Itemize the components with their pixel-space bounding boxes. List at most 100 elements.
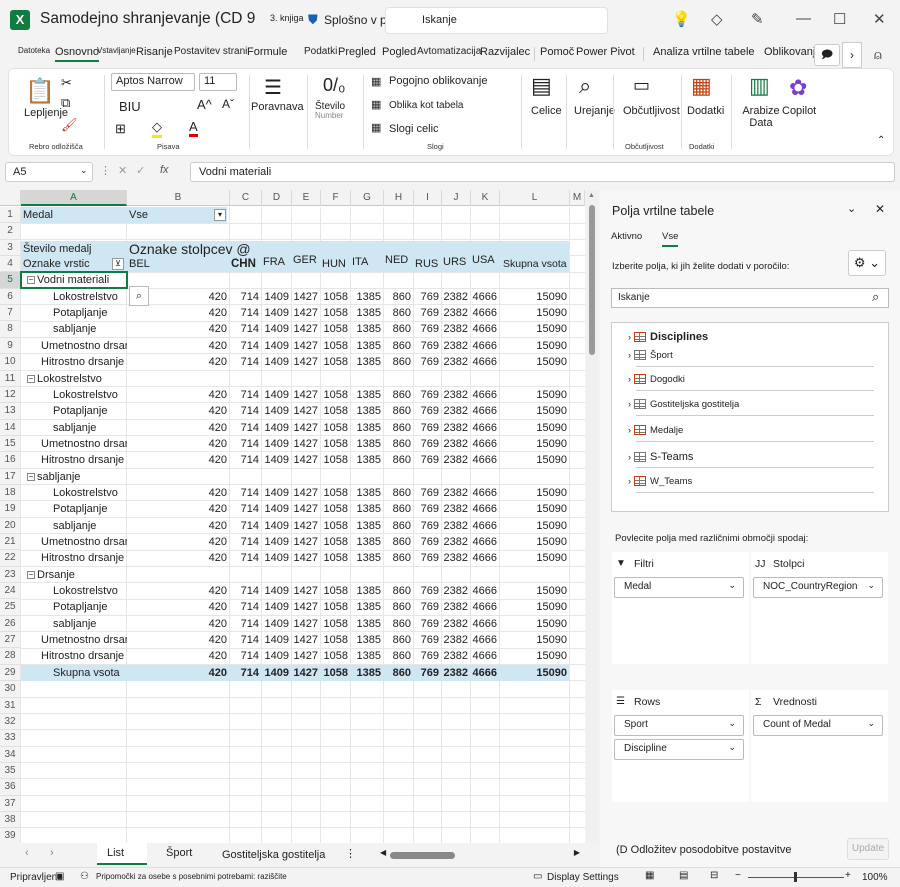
value-cell[interactable]: 860 bbox=[384, 321, 411, 337]
value-cell[interactable]: 769 bbox=[414, 501, 439, 517]
tab-active-fields[interactable]: Aktivno bbox=[611, 231, 642, 242]
value-cell[interactable]: 860 bbox=[384, 305, 411, 321]
value-cell[interactable]: 4666 bbox=[471, 305, 497, 321]
row-header[interactable]: 1 bbox=[0, 207, 21, 224]
value-cell[interactable]: 769 bbox=[414, 387, 439, 403]
value-cell[interactable]: 2382 bbox=[442, 338, 468, 354]
field-item[interactable]: › S-Teams bbox=[628, 451, 693, 463]
row-label[interactable]: sabljanje bbox=[53, 616, 127, 632]
value-cell[interactable]: 15090 bbox=[500, 501, 567, 517]
value-item-count-medal[interactable]: Count of Medal ⌄ bbox=[753, 715, 883, 736]
value-cell[interactable]: 4666 bbox=[471, 616, 497, 632]
font-name-select[interactable]: Aptos Narrow bbox=[111, 73, 195, 91]
row-header[interactable]: 37 bbox=[0, 795, 21, 812]
value-cell[interactable]: 1427 bbox=[292, 534, 318, 550]
gear-icon[interactable]: ⚙ ⌄ bbox=[848, 250, 886, 276]
zoom-thumb[interactable] bbox=[794, 872, 797, 882]
value-cell[interactable]: 1427 bbox=[292, 665, 318, 681]
value-cell[interactable]: 1427 bbox=[292, 321, 318, 337]
tab-draw[interactable]: Risanje bbox=[136, 46, 173, 58]
value-cell[interactable]: 714 bbox=[230, 648, 259, 664]
column-header[interactable]: L bbox=[500, 190, 570, 206]
value-cell[interactable]: 1409 bbox=[262, 338, 289, 354]
row-header[interactable]: 28 bbox=[0, 648, 21, 665]
value-cell[interactable]: 2382 bbox=[442, 436, 468, 452]
value-cell[interactable]: 1385 bbox=[351, 403, 381, 419]
tab-page-layout[interactable]: Postavitev strani bbox=[174, 46, 247, 57]
value-cell[interactable]: 1058 bbox=[321, 534, 348, 550]
value-cell[interactable]: 1427 bbox=[292, 338, 318, 354]
value-cell[interactable]: 714 bbox=[230, 485, 259, 501]
value-cell[interactable]: 2382 bbox=[442, 583, 468, 599]
column-header[interactable]: M bbox=[570, 190, 585, 206]
value-cell[interactable]: 714 bbox=[230, 583, 259, 599]
value-cell[interactable]: 1409 bbox=[262, 665, 289, 681]
value-cell[interactable]: 714 bbox=[230, 321, 259, 337]
value-cell[interactable]: 15090 bbox=[500, 420, 567, 436]
horizontal-scrollbar[interactable]: ◀ ▶ bbox=[380, 848, 580, 859]
value-cell[interactable]: 769 bbox=[414, 648, 439, 664]
cells-icon[interactable]: ▤ bbox=[531, 73, 552, 99]
column-header-country[interactable]: NED bbox=[385, 252, 415, 268]
row-label[interactable]: Hitrostno drsanje bbox=[41, 648, 127, 664]
display-icon[interactable]: ▭ bbox=[533, 871, 542, 882]
analyze-data-icon[interactable]: ▥ bbox=[749, 73, 770, 99]
accessibility-icon[interactable]: ⚇ bbox=[80, 871, 89, 882]
value-cell[interactable]: 4666 bbox=[471, 632, 497, 648]
value-cell[interactable]: 1427 bbox=[292, 616, 318, 632]
grand-total-label[interactable]: Skupna vsota bbox=[53, 665, 127, 681]
column-header-country[interactable]: FRA bbox=[263, 254, 293, 270]
row-label[interactable]: Hitrostno drsanje bbox=[41, 452, 127, 468]
value-cell[interactable]: 420 bbox=[127, 436, 227, 452]
row-label[interactable]: Lokostrelstvo bbox=[53, 583, 127, 599]
maximize-icon[interactable]: ☐ bbox=[833, 10, 846, 28]
sensitivity-button[interactable]: Občutljivost bbox=[623, 105, 680, 117]
value-cell[interactable]: 769 bbox=[414, 534, 439, 550]
value-cell[interactable]: 4666 bbox=[471, 583, 497, 599]
share-icon[interactable]: ⍝ bbox=[874, 47, 882, 63]
value-cell[interactable]: 769 bbox=[414, 420, 439, 436]
value-cell[interactable]: 2382 bbox=[442, 599, 468, 615]
row-header[interactable]: 33 bbox=[0, 730, 21, 747]
value-cell[interactable]: 714 bbox=[230, 534, 259, 550]
value-cell[interactable]: 15090 bbox=[500, 632, 567, 648]
column-header-country[interactable]: USA bbox=[472, 252, 501, 268]
expand-icon[interactable]: › bbox=[628, 399, 631, 409]
accessibility-status[interactable]: Pripomočki za osebe s posebnimi potrebam… bbox=[96, 872, 287, 881]
update-button[interactable]: Update bbox=[847, 838, 889, 860]
close-pane-icon[interactable]: ✕ bbox=[875, 202, 885, 216]
fill-color-icon[interactable]: ◇ bbox=[152, 119, 162, 138]
value-cell[interactable]: 420 bbox=[127, 501, 227, 517]
value-cell[interactable]: 420 bbox=[127, 387, 227, 403]
value-cell[interactable]: 860 bbox=[384, 550, 411, 566]
search-box[interactable]: Iskanje bbox=[385, 7, 608, 34]
value-cell[interactable]: 15090 bbox=[500, 403, 567, 419]
value-cell[interactable]: 1058 bbox=[321, 632, 348, 648]
value-cell[interactable]: 15090 bbox=[500, 583, 567, 599]
tab-pivot-analyze[interactable]: Analiza vrtilne tabele bbox=[653, 46, 755, 58]
value-cell[interactable]: 860 bbox=[384, 354, 411, 370]
value-cell[interactable]: 769 bbox=[414, 452, 439, 468]
row-label[interactable]: Lokostrelstvo bbox=[53, 387, 127, 403]
tab-design[interactable]: Oblikovanje bbox=[764, 46, 821, 58]
field-search-input[interactable]: Iskanje bbox=[611, 288, 889, 308]
tab-home[interactable]: Osnovno bbox=[55, 46, 100, 62]
sensitivity-icon[interactable]: ▭ bbox=[633, 75, 650, 96]
value-cell[interactable]: 2382 bbox=[442, 534, 468, 550]
value-cell[interactable]: 4666 bbox=[471, 321, 497, 337]
value-cell[interactable]: 1058 bbox=[321, 485, 348, 501]
cell-styles-button[interactable]: Slogi celic bbox=[389, 123, 439, 135]
value-cell[interactable]: 15090 bbox=[500, 518, 567, 534]
page-layout-icon[interactable]: ▤ bbox=[679, 870, 688, 881]
value-cell[interactable]: 1385 bbox=[351, 387, 381, 403]
value-cell[interactable]: 1058 bbox=[321, 387, 348, 403]
value-cell[interactable]: 4666 bbox=[471, 550, 497, 566]
page-break-icon[interactable]: ⊟ bbox=[710, 870, 718, 881]
sheet-tab-gost[interactable]: Gostiteljska gostitelja bbox=[222, 849, 325, 861]
value-cell[interactable]: 420 bbox=[127, 452, 227, 468]
tab-help[interactable]: Pomoč bbox=[540, 46, 574, 58]
value-cell[interactable]: 1385 bbox=[351, 632, 381, 648]
expand-icon[interactable]: › bbox=[628, 476, 631, 486]
value-cell[interactable]: 860 bbox=[384, 518, 411, 534]
search-icon[interactable]: ⌕ bbox=[579, 73, 591, 99]
